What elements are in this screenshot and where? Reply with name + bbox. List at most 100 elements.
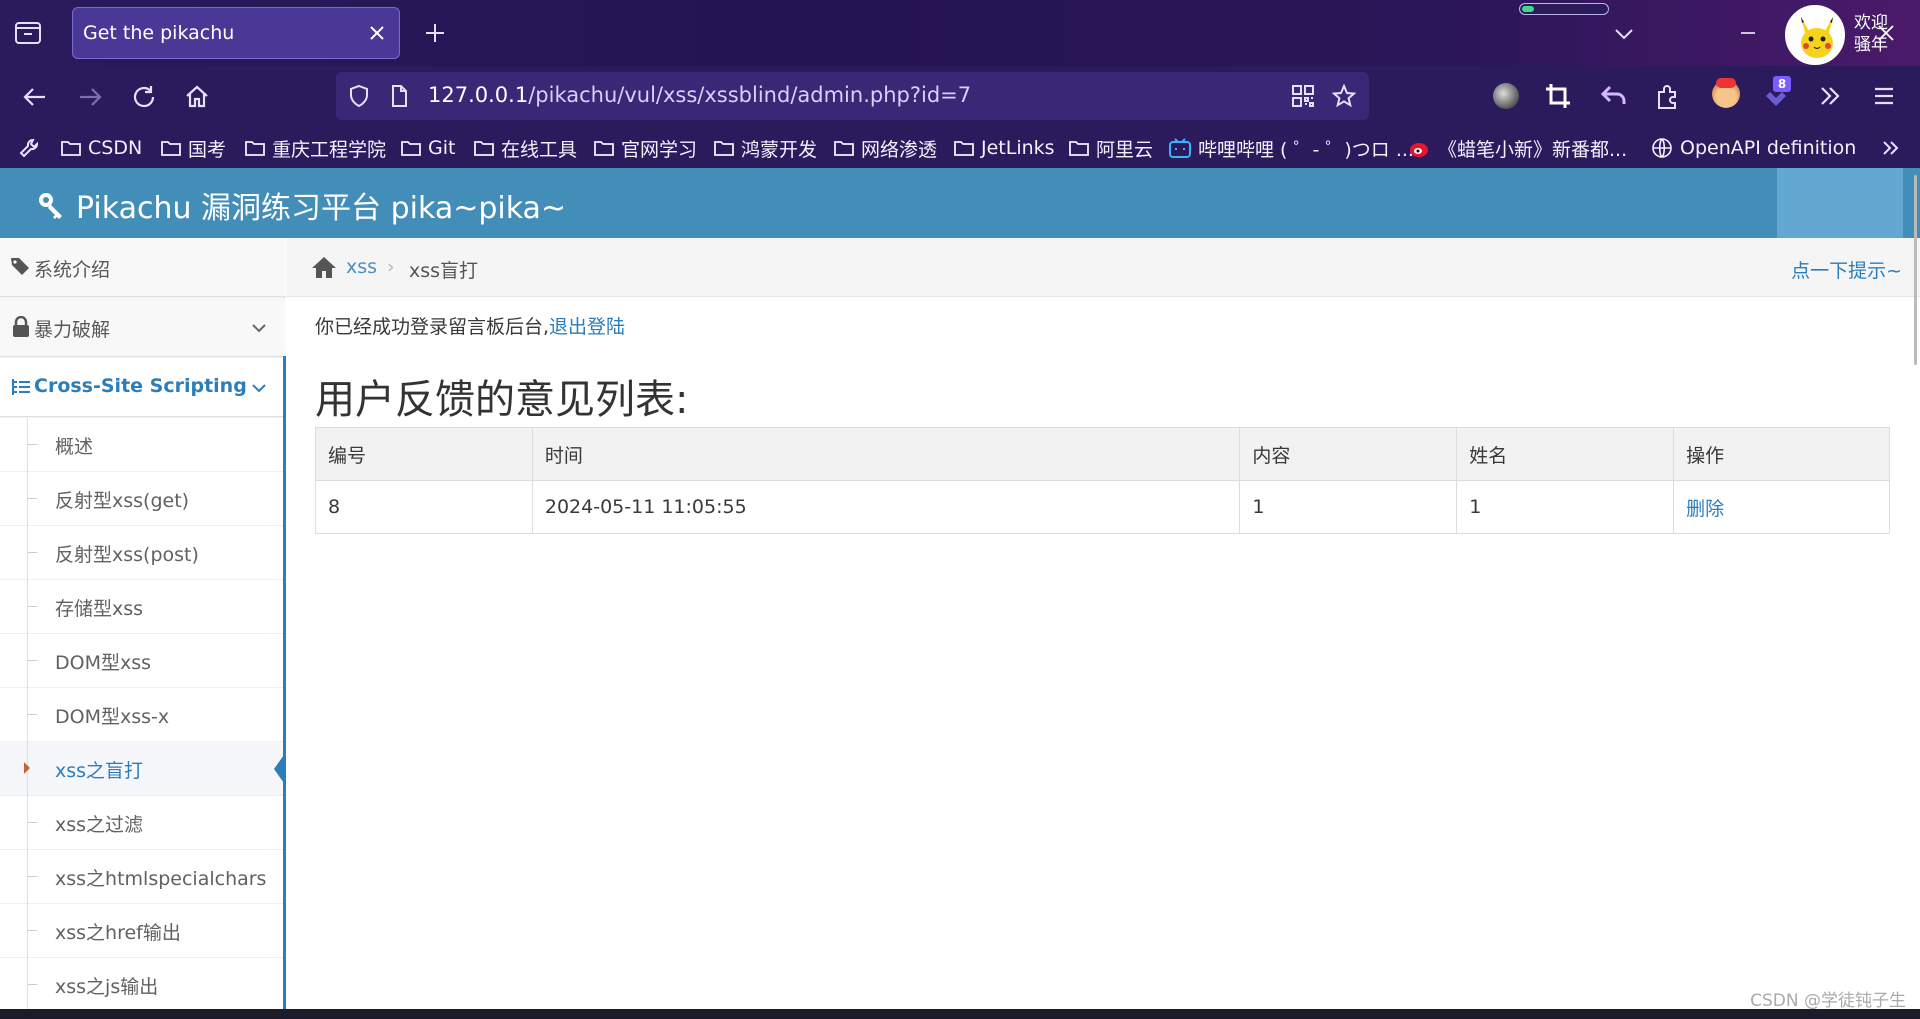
watermark: CSDN @学徒钝子生 — [1750, 991, 1906, 1011]
profile-avatar-icon[interactable] — [1493, 83, 1519, 109]
bookmark-csdn[interactable]: CSDN — [60, 134, 142, 162]
bookmark-git[interactable]: Git — [400, 134, 455, 162]
tab-close-icon[interactable] — [363, 19, 391, 47]
page-scrollbar[interactable] — [1914, 175, 1917, 365]
sidebar-sub-item[interactable]: 反射型xss(post) — [0, 526, 285, 580]
delete-link[interactable]: 删除 — [1686, 498, 1724, 520]
active-tab[interactable]: Get the pikachu — [72, 7, 400, 59]
bookmark-label: Git — [428, 137, 456, 159]
bookmark-online-tools[interactable]: 在线工具 — [473, 134, 577, 162]
tree-tick — [27, 822, 37, 823]
breadcrumb-separator: › — [387, 256, 395, 278]
site-brand[interactable]: Pikachu 漏洞练习平台 pika~pika~ — [36, 183, 566, 227]
bookmark-openapi[interactable]: OpenAPI definition — [1650, 134, 1856, 162]
key-icon — [39, 193, 62, 219]
bookmark-harmony-dev[interactable]: 鸿蒙开发 — [713, 134, 817, 162]
bookmark-guokao[interactable]: 国考 — [160, 134, 226, 162]
back-icon[interactable] — [18, 80, 52, 114]
sidebar-sub-label: DOM型xss — [55, 652, 152, 674]
sidebar-sub-item[interactable]: 概述 — [0, 418, 285, 472]
star-icon[interactable] — [1331, 83, 1357, 109]
pikachu-avatar[interactable] — [1785, 5, 1845, 65]
logout-link[interactable]: 退出登陆 — [549, 316, 625, 338]
folder-icon — [161, 141, 181, 156]
new-tab-icon[interactable] — [420, 18, 450, 48]
sidebar-sub-item-active[interactable]: xss之盲打 — [0, 742, 286, 796]
bookmark-cqie[interactable]: 重庆工程学院 — [244, 134, 386, 162]
sidebar-sub-item[interactable]: 存储型xss — [0, 580, 285, 634]
url-host: 127.0.0.1 — [428, 83, 529, 107]
folder-icon — [834, 141, 854, 156]
tree-line — [27, 526, 28, 580]
cell-content: 1 — [1239, 480, 1458, 534]
qr-code-icon[interactable] — [1290, 83, 1316, 109]
page-icon[interactable] — [386, 83, 412, 109]
hint-link[interactable]: 点一下提示~ — [1791, 256, 1902, 283]
sidebar-sub-item[interactable]: DOM型xss — [0, 634, 285, 688]
sidebar-sub-item[interactable]: 反射型xss(get) — [0, 472, 285, 526]
url-text[interactable]: 127.0.0.1/pikachu/vul/xss/xssblind/admin… — [428, 83, 971, 107]
wrench-icon[interactable] — [18, 134, 42, 162]
bookmark-label: OpenAPI definition — [1680, 137, 1857, 159]
tree-line — [27, 472, 28, 526]
breadcrumb-link-xss[interactable]: xss — [346, 256, 377, 278]
brand-title: Pikachu 漏洞练习平台 pika~pika~ — [76, 191, 567, 226]
sidebar-item-intro[interactable]: 系统介绍 — [0, 238, 285, 297]
bookmarks-toolbar: CSDN 国考 重庆工程学院 Git 在线工具 官网学习 鸿蒙开发 网络渗透 J… — [0, 128, 1920, 168]
sidebar-sub-label: 反射型xss(post) — [55, 544, 199, 566]
sidebar-sub-item[interactable]: xss之href输出 — [0, 904, 285, 958]
menu-icon[interactable] — [1866, 78, 1902, 114]
tab-title: Get the pikachu — [83, 22, 235, 44]
folder-icon — [401, 141, 421, 156]
cell-action: 删除 — [1673, 480, 1890, 534]
sidebar-sub-item[interactable]: DOM型xss-x — [0, 688, 285, 742]
column-header-time: 时间 — [531, 427, 1241, 481]
user-menu[interactable] — [1777, 168, 1903, 238]
tree-line — [27, 418, 28, 472]
reload-icon[interactable] — [127, 80, 161, 114]
sidebar-sub-item[interactable]: xss之过滤 — [0, 796, 285, 850]
tab-overview-icon[interactable] — [12, 17, 48, 49]
sidebar-sub-item[interactable]: xss之js输出 — [0, 958, 285, 1012]
welcome-text[interactable]: 欢迎 骚年 — [1854, 12, 1888, 56]
url-bar[interactable]: 127.0.0.1/pikachu/vul/xss/xssblind/admin… — [336, 72, 1369, 120]
bookmark-weibo[interactable]: 《蜡笔小新》新番都... — [1408, 134, 1627, 162]
overflow-chevrons-icon[interactable] — [1812, 78, 1848, 114]
sidebar-sub-label: xss之href输出 — [55, 922, 181, 944]
extensions-icon[interactable] — [1650, 78, 1686, 114]
folder-icon — [594, 141, 614, 156]
bookmark-label: 官网学习 — [621, 138, 698, 161]
chevron-down-icon[interactable] — [249, 318, 269, 338]
sidebar-item-bruteforce[interactable]: 暴力破解 — [0, 298, 285, 357]
minimize-icon[interactable] — [1728, 16, 1768, 50]
bookmarks-overflow-icon[interactable] — [1878, 134, 1904, 162]
sidebar-sub-item[interactable]: xss之htmlspecialchars — [0, 850, 285, 904]
crop-icon[interactable] — [1540, 78, 1576, 114]
extension-badge: 8 — [1773, 76, 1791, 92]
weibo-icon — [1410, 143, 1428, 157]
forward-icon[interactable] — [73, 80, 107, 114]
undo-icon[interactable] — [1596, 78, 1632, 114]
home-icon[interactable] — [310, 254, 338, 280]
bookmark-label: JetLinks — [981, 137, 1055, 159]
bookmark-pentest[interactable]: 网络渗透 — [833, 134, 937, 162]
sidebar-sub-label: 存储型xss — [55, 598, 144, 620]
home-icon[interactable] — [180, 80, 214, 114]
tree-line — [27, 904, 28, 958]
tree-tick — [27, 714, 37, 715]
chevron-down-icon[interactable] — [1610, 20, 1638, 48]
sidebar-item-xss[interactable]: Cross-Site Scripting — [0, 358, 285, 417]
folder-icon — [245, 141, 265, 156]
column-header-content: 内容 — [1239, 427, 1458, 481]
bookmark-jetlinks[interactable]: JetLinks — [953, 134, 1055, 162]
chevron-down-icon[interactable] — [249, 378, 269, 398]
bookmark-bilibili[interactable]: 哔哩哔哩 ( ゜- ゜)つロ ... — [1168, 134, 1414, 162]
bookmark-aliyun[interactable]: 阿里云 — [1068, 134, 1153, 162]
bookmark-official-study[interactable]: 官网学习 — [593, 134, 697, 162]
bookmark-label: 重庆工程学院 — [272, 138, 387, 161]
login-message-text: 你已经成功登录留言板后台, — [315, 316, 550, 338]
shield-icon[interactable] — [346, 83, 372, 109]
sidebar-active-edge — [283, 356, 286, 1019]
sidebar-sub-label: xss之js输出 — [55, 976, 159, 998]
sidebar-sub-label: 概述 — [55, 436, 94, 458]
